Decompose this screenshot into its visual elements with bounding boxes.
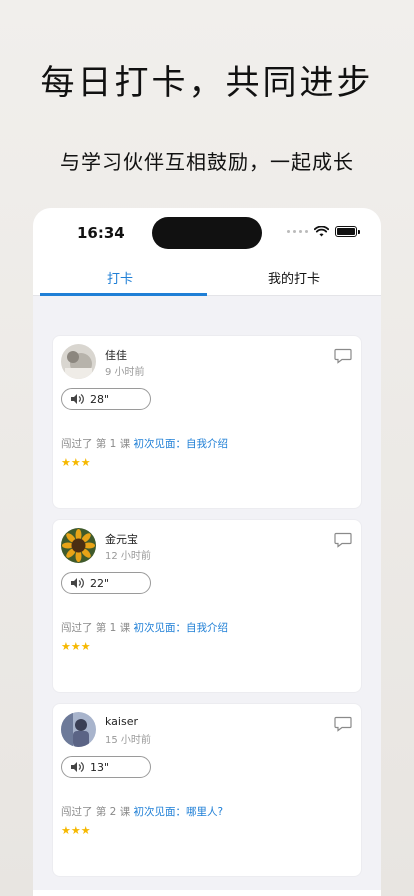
user-name: kaiser	[105, 715, 138, 728]
tab-checkin[interactable]: 打卡	[33, 258, 207, 296]
speaker-icon	[71, 578, 84, 588]
star-rating: ★★★	[61, 824, 91, 837]
post-card[interactable]: 金元宝 12 小时前 22" 闯过了 第 1 课 初次见面：自我介绍 ★★★	[52, 519, 362, 693]
post-time: 15 小时前	[105, 735, 151, 746]
lesson-link[interactable]: 初次见面：哪里人?	[134, 806, 224, 818]
phone-screen: 16:34 打卡 我的打卡 佳佳 9 小时前 28" 闯过了 第 1 课 初次见…	[33, 208, 381, 896]
avatar[interactable]	[61, 712, 96, 747]
dynamic-island	[152, 217, 262, 249]
promo-page: 每日打卡，共同进步 与学习伙伴互相鼓励，一起成长 16:34 打卡 我的打卡 佳…	[0, 0, 414, 896]
avatar[interactable]	[61, 344, 96, 379]
signal-icon	[287, 230, 308, 233]
lesson-prefix: 闯过了 第 1 课	[61, 622, 131, 634]
post-time: 9 小时前	[105, 367, 145, 378]
status-time: 16:34	[77, 224, 125, 242]
post-card[interactable]: 佳佳 9 小时前 28" 闯过了 第 1 课 初次见面：自我介绍 ★★★	[52, 335, 362, 509]
voice-duration: 13"	[90, 760, 110, 774]
status-icons	[287, 226, 360, 237]
promo-title: 每日打卡，共同进步	[40, 63, 374, 103]
voice-duration: 22"	[90, 576, 110, 590]
status-bar: 16:34	[33, 208, 381, 258]
lesson-prefix: 闯过了 第 1 课	[61, 438, 131, 450]
voice-duration: 28"	[90, 392, 110, 406]
comment-icon[interactable]	[334, 716, 352, 732]
lesson-link[interactable]: 初次见面：自我介绍	[134, 622, 229, 634]
tab-bar: 打卡 我的打卡	[33, 258, 381, 296]
star-rating: ★★★	[61, 640, 91, 653]
avatar[interactable]	[61, 528, 96, 563]
voice-message-button[interactable]: 28"	[61, 388, 151, 410]
lesson-line: 闯过了 第 1 课 初次见面：自我介绍	[61, 436, 228, 451]
speaker-icon	[71, 762, 84, 772]
user-name: 金元宝	[105, 533, 138, 546]
battery-icon	[335, 226, 360, 237]
lesson-line: 闯过了 第 2 课 初次见面：哪里人?	[61, 804, 223, 819]
comment-icon[interactable]	[334, 348, 352, 364]
star-rating: ★★★	[61, 456, 91, 469]
next-bar-edge	[33, 890, 381, 896]
speaker-icon	[71, 394, 84, 404]
user-name: 佳佳	[105, 349, 127, 362]
lesson-link[interactable]: 初次见面：自我介绍	[134, 438, 229, 450]
comment-icon[interactable]	[334, 532, 352, 548]
lesson-prefix: 闯过了 第 2 课	[61, 806, 131, 818]
lesson-line: 闯过了 第 1 课 初次见面：自我介绍	[61, 620, 228, 635]
voice-message-button[interactable]: 13"	[61, 756, 151, 778]
post-card[interactable]: kaiser 15 小时前 13" 闯过了 第 2 课 初次见面：哪里人? ★★…	[52, 703, 362, 877]
wifi-icon	[314, 226, 329, 237]
voice-message-button[interactable]: 22"	[61, 572, 151, 594]
tab-my-checkins[interactable]: 我的打卡	[207, 258, 381, 295]
post-time: 12 小时前	[105, 551, 151, 562]
promo-subtitle: 与学习伙伴互相鼓励，一起成长	[60, 150, 354, 174]
